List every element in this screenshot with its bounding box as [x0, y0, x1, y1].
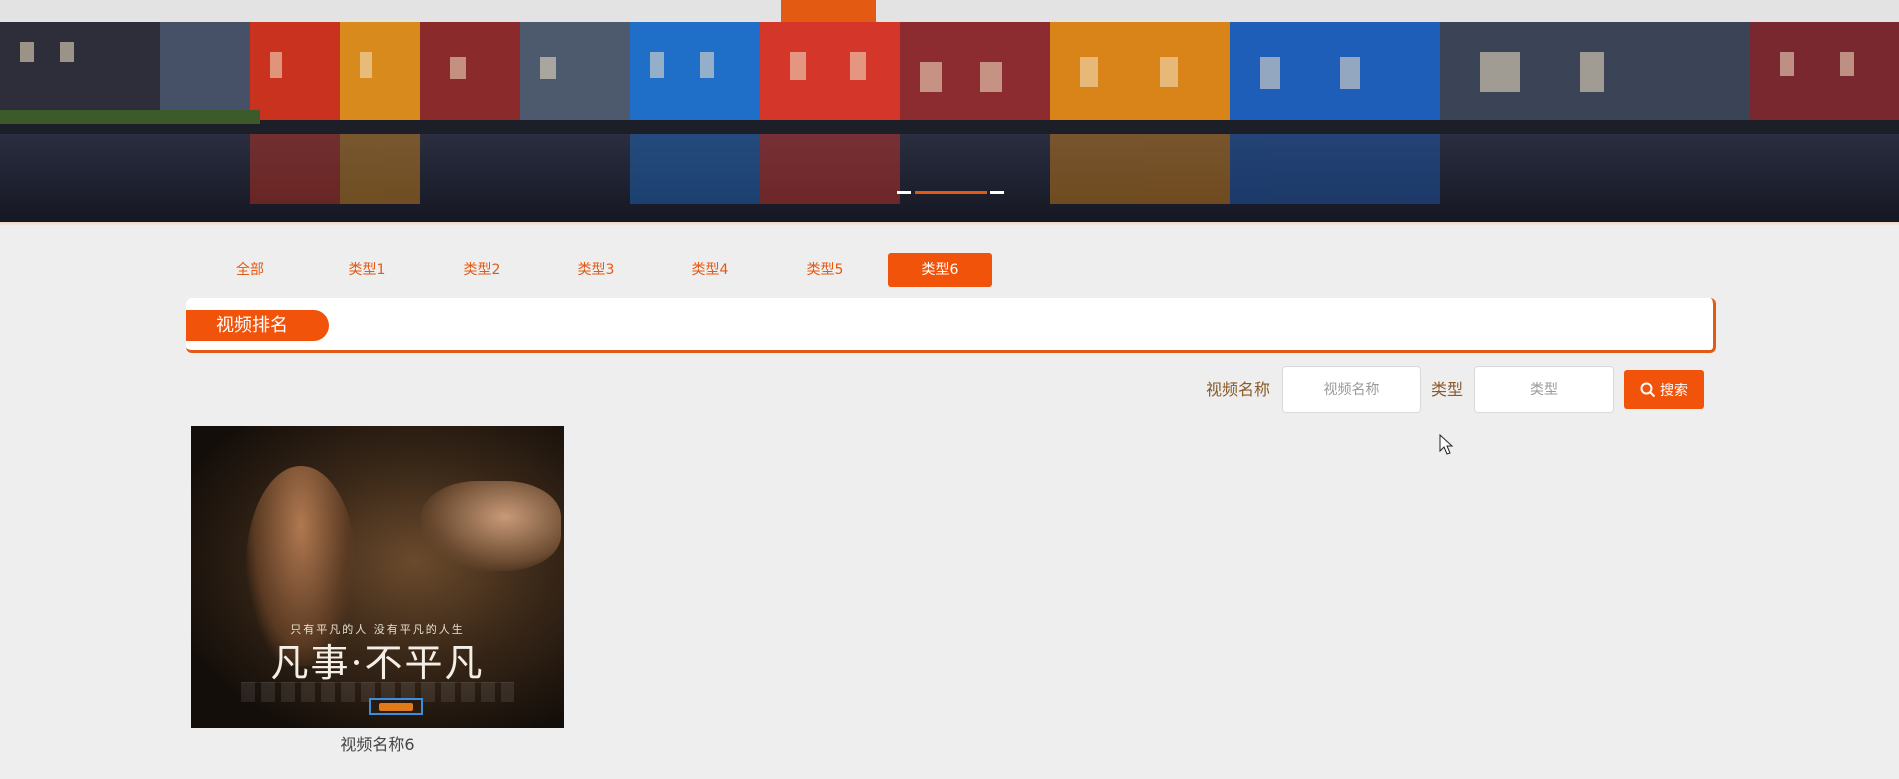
carousel-dot[interactable] [897, 191, 911, 194]
video-name-input[interactable] [1282, 366, 1421, 413]
mouse-cursor-icon [1439, 434, 1454, 455]
type-label: 类型 [1431, 380, 1464, 399]
video-title-link[interactable]: 视频名称6 [191, 734, 564, 756]
banner-divider [0, 222, 1899, 226]
tab-type4[interactable]: 类型4 [658, 253, 762, 287]
search-button-label: 搜索 [1660, 382, 1688, 399]
carousel-dot-active[interactable] [915, 191, 987, 194]
top-nav-bar [0, 0, 1899, 22]
type-input[interactable] [1474, 366, 1614, 413]
tab-type2[interactable]: 类型2 [430, 253, 534, 287]
tab-type1[interactable]: 类型1 [315, 253, 419, 287]
poster-logo [369, 698, 423, 715]
tab-type3[interactable]: 类型3 [544, 253, 648, 287]
tab-all[interactable]: 全部 [198, 253, 302, 287]
video-name-label: 视频名称 [1206, 380, 1271, 399]
video-poster[interactable]: 只有平凡的人 没有平凡的人生 凡事·不平凡 [191, 426, 564, 728]
ranking-header [186, 298, 1716, 353]
search-icon [1640, 382, 1656, 397]
poster-figure [421, 481, 561, 571]
tab-type5[interactable]: 类型5 [773, 253, 877, 287]
poster-title: 凡事·不平凡 [270, 641, 485, 685]
banner-carousel[interactable] [0, 22, 1899, 222]
tab-type6[interactable]: 类型6 [888, 253, 992, 287]
top-nav-active-item[interactable] [781, 0, 876, 22]
ranking-title: 视频排名 [186, 310, 329, 341]
carousel-dot[interactable] [990, 191, 1004, 194]
search-button[interactable]: 搜索 [1624, 370, 1704, 409]
carousel-indicators [897, 191, 1007, 195]
